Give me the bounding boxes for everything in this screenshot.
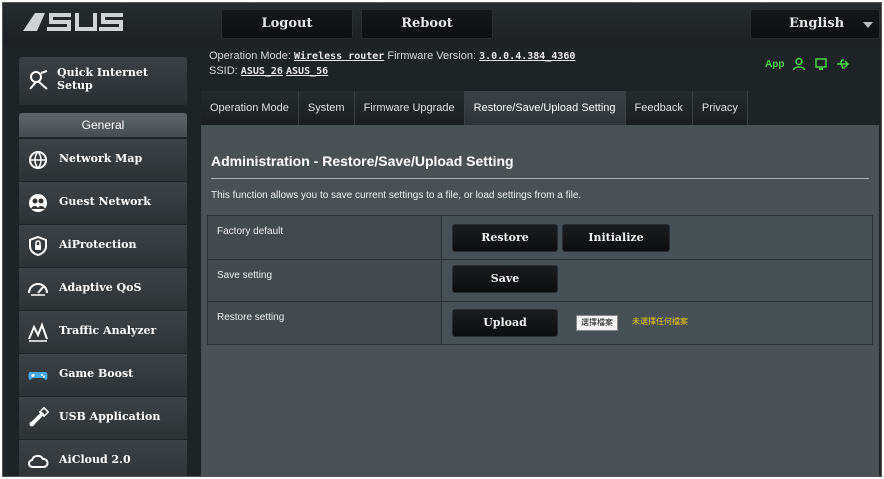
save-button[interactable]: Save (452, 265, 558, 293)
top-bar: Logout Reboot English (3, 3, 881, 45)
tab-system[interactable]: System (298, 91, 355, 125)
restore-button[interactable]: Restore (452, 224, 558, 252)
ssid-link-1[interactable]: ASUS_26 (241, 66, 283, 77)
cloud-icon (28, 454, 49, 468)
asus-logo-icon (23, 13, 123, 31)
tab-restore-save-upload[interactable]: Restore/Save/Upload Setting (464, 91, 626, 125)
logout-button[interactable]: Logout (221, 9, 353, 39)
firmware-label: Firmware Version: (387, 50, 477, 62)
sidebar-item-label: Game Boost (59, 367, 134, 380)
traffic-icon (28, 322, 48, 342)
quick-internet-setup-button[interactable]: Quick Internet Setup (19, 57, 187, 105)
quick-setup-icon (29, 70, 48, 90)
table-row-factory-default: Factory default Restore Initialize (208, 216, 872, 260)
sidebar-item-network-map[interactable]: Network Map (19, 139, 187, 182)
guests-icon (29, 194, 47, 212)
globe-icon (29, 151, 47, 170)
restore-setting-actions: Upload 選擇檔案 未選擇任何檔案 (442, 302, 872, 344)
status-info: Operation Mode: Wireless router Firmware… (209, 49, 575, 79)
language-select[interactable]: English (750, 9, 880, 39)
quick-setup-line1: Quick Internet (57, 66, 149, 79)
restore-setting-label: Restore setting (208, 302, 442, 344)
user-icon[interactable] (792, 57, 806, 71)
factory-default-actions: Restore Initialize (442, 216, 872, 259)
sidebar-menu: Network Map Guest Network AiProtection A… (19, 139, 187, 476)
choose-file-button[interactable]: 選擇檔案 (576, 315, 618, 331)
sidebar-item-label: Guest Network (59, 195, 151, 208)
router-admin-window: Logout Reboot English Operation Mode: Wi… (2, 2, 882, 477)
save-setting-label: Save setting (208, 260, 442, 301)
firmware-link[interactable]: 3.0.0.4.384_4360 (479, 51, 575, 62)
sidebar-item-label: Traffic Analyzer (59, 324, 157, 337)
device-icon[interactable] (814, 57, 828, 71)
tab-privacy[interactable]: Privacy (692, 91, 748, 125)
ssid-link-2[interactable]: ASUS_56 (286, 66, 328, 77)
sidebar-item-label: Adaptive QoS (59, 281, 142, 294)
gauge-icon (28, 283, 48, 296)
ssid-label: SSID: (209, 65, 238, 77)
op-mode-label: Operation Mode: (209, 50, 291, 62)
chevron-down-icon (863, 22, 873, 28)
status-icons: App (765, 57, 850, 71)
sidebar-item-label: Network Map (59, 152, 143, 165)
sidebar-item-label: AiProtection (59, 238, 137, 251)
table-row-restore-setting: Restore setting Upload 選擇檔案 未選擇任何檔案 (208, 302, 872, 344)
no-file-chosen-text: 未選擇任何檔案 (632, 317, 688, 326)
gamepad-icon (28, 372, 48, 380)
sidebar-section-general: General (19, 113, 187, 137)
table-row-save-setting: Save setting Save (208, 260, 872, 302)
tab-feedback[interactable]: Feedback (625, 91, 693, 125)
sidebar-item-aiprotection[interactable]: AiProtection (19, 225, 187, 268)
page-description: This function allows you to save current… (211, 190, 582, 201)
sidebar-item-traffic-analyzer[interactable]: Traffic Analyzer (19, 311, 187, 354)
sidebar-item-label: AiCloud 2.0 (59, 453, 131, 466)
initialize-button[interactable]: Initialize (562, 224, 670, 252)
save-setting-actions: Save (442, 260, 872, 301)
op-mode-link[interactable]: Wireless router (294, 51, 384, 62)
reboot-button[interactable]: Reboot (361, 9, 493, 39)
sidebar-item-guest-network[interactable]: Guest Network (19, 182, 187, 225)
usb-icon (29, 407, 49, 427)
factory-default-label: Factory default (208, 216, 442, 259)
sidebar-item-game-boost[interactable]: Game Boost (19, 354, 187, 397)
quick-setup-line2: Setup (57, 79, 93, 92)
tab-operation-mode[interactable]: Operation Mode (201, 91, 299, 125)
usb-status-icon[interactable] (836, 57, 850, 71)
sidebar-item-aicloud[interactable]: AiCloud 2.0 (19, 440, 187, 476)
shield-icon (29, 235, 47, 257)
settings-table: Factory default Restore Initialize Save … (207, 215, 873, 345)
admin-tabs: Operation Mode System Firmware Upgrade R… (201, 91, 748, 125)
sidebar-item-adaptive-qos[interactable]: Adaptive QoS (19, 268, 187, 311)
tab-firmware-upgrade[interactable]: Firmware Upgrade (354, 91, 465, 125)
sidebar-item-label: USB Application (59, 410, 161, 423)
sidebar-item-usb-application[interactable]: USB Application (19, 397, 187, 440)
language-value: English (789, 16, 845, 31)
asus-logo[interactable] (21, 9, 171, 39)
main-content: Administration - Restore/Save/Upload Set… (201, 125, 879, 476)
app-link[interactable]: App (765, 59, 784, 70)
page-title: Administration - Restore/Save/Upload Set… (211, 153, 514, 169)
upload-button[interactable]: Upload (452, 309, 558, 337)
title-divider (211, 178, 869, 179)
